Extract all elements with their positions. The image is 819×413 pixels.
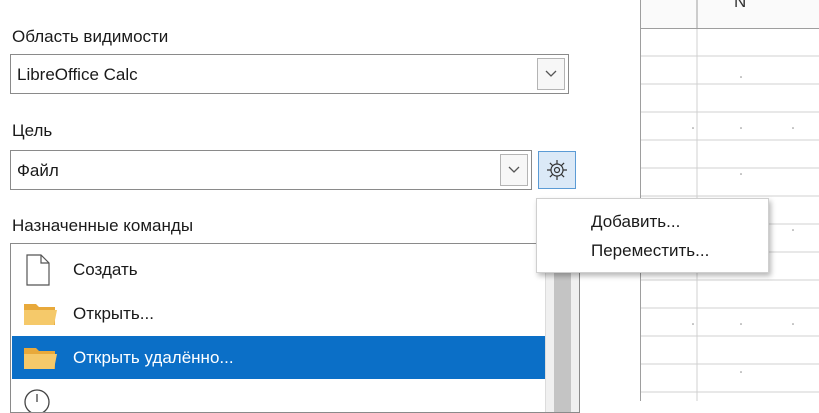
chevron-down-icon: [508, 166, 520, 173]
menu-item-move[interactable]: Переместить...: [537, 236, 768, 266]
menu-item-add[interactable]: Добавить...: [537, 207, 768, 237]
gear-icon: [547, 160, 567, 180]
target-label: Цель: [12, 121, 53, 140]
scope-value: LibreOffice Calc: [17, 65, 138, 84]
scrollbar-thumb[interactable]: [554, 252, 571, 412]
context-menu: Добавить... Переместить...: [536, 198, 769, 273]
folder-icon: [24, 348, 57, 369]
list-item[interactable]: Создать: [12, 248, 545, 291]
chevron-down-icon: [545, 70, 557, 77]
folder-icon: [24, 304, 57, 325]
target-options-button[interactable]: [538, 151, 576, 189]
new-document-icon: [26, 254, 50, 286]
list-item[interactable]: Открыть...: [12, 292, 545, 335]
target-dropdown[interactable]: Файл: [10, 150, 532, 190]
scope-dropdown[interactable]: LibreOffice Calc: [10, 54, 569, 94]
target-value: Файл: [17, 161, 59, 180]
scope-label: Область видимости: [12, 27, 169, 46]
list-item[interactable]: Открыть удалённо...: [12, 336, 545, 379]
commands-list[interactable]: Создать Открыть... Открыть удалённо...: [10, 243, 580, 413]
target-dropdown-button[interactable]: [500, 154, 528, 186]
commands-label: Назначенные команды: [12, 216, 194, 235]
column-header[interactable]: N: [641, 0, 819, 29]
list-item[interactable]: [12, 380, 545, 412]
clock-icon: [24, 389, 50, 412]
column-header-divider: [696, 0, 698, 28]
scope-dropdown-button[interactable]: [537, 58, 565, 90]
